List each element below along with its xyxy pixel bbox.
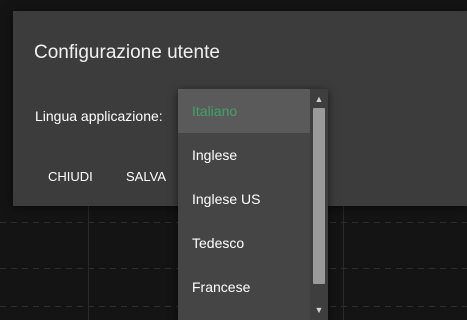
dropdown-scrollbar[interactable]: ▲ ▼ bbox=[310, 89, 328, 320]
language-option-inglese[interactable]: Inglese bbox=[178, 133, 310, 177]
scrollbar-thumb[interactable] bbox=[313, 108, 325, 284]
language-label: Lingua applicazione: bbox=[35, 108, 163, 124]
save-button[interactable]: SALVA bbox=[126, 163, 166, 191]
language-option-italiano[interactable]: Italiano bbox=[178, 89, 310, 133]
language-option-tedesco[interactable]: Tedesco bbox=[178, 221, 310, 265]
dialog-title: Configurazione utente bbox=[34, 42, 220, 63]
triangle-down-icon[interactable]: ▼ bbox=[310, 302, 328, 318]
close-button[interactable]: CHIUDI bbox=[48, 163, 93, 191]
language-dropdown-list[interactable]: Italiano Inglese Inglese US Tedesco Fran… bbox=[178, 89, 328, 320]
triangle-up-icon[interactable]: ▲ bbox=[310, 91, 328, 107]
language-option-francese[interactable]: Francese bbox=[178, 265, 310, 309]
language-option-inglese-us[interactable]: Inglese US bbox=[178, 177, 310, 221]
